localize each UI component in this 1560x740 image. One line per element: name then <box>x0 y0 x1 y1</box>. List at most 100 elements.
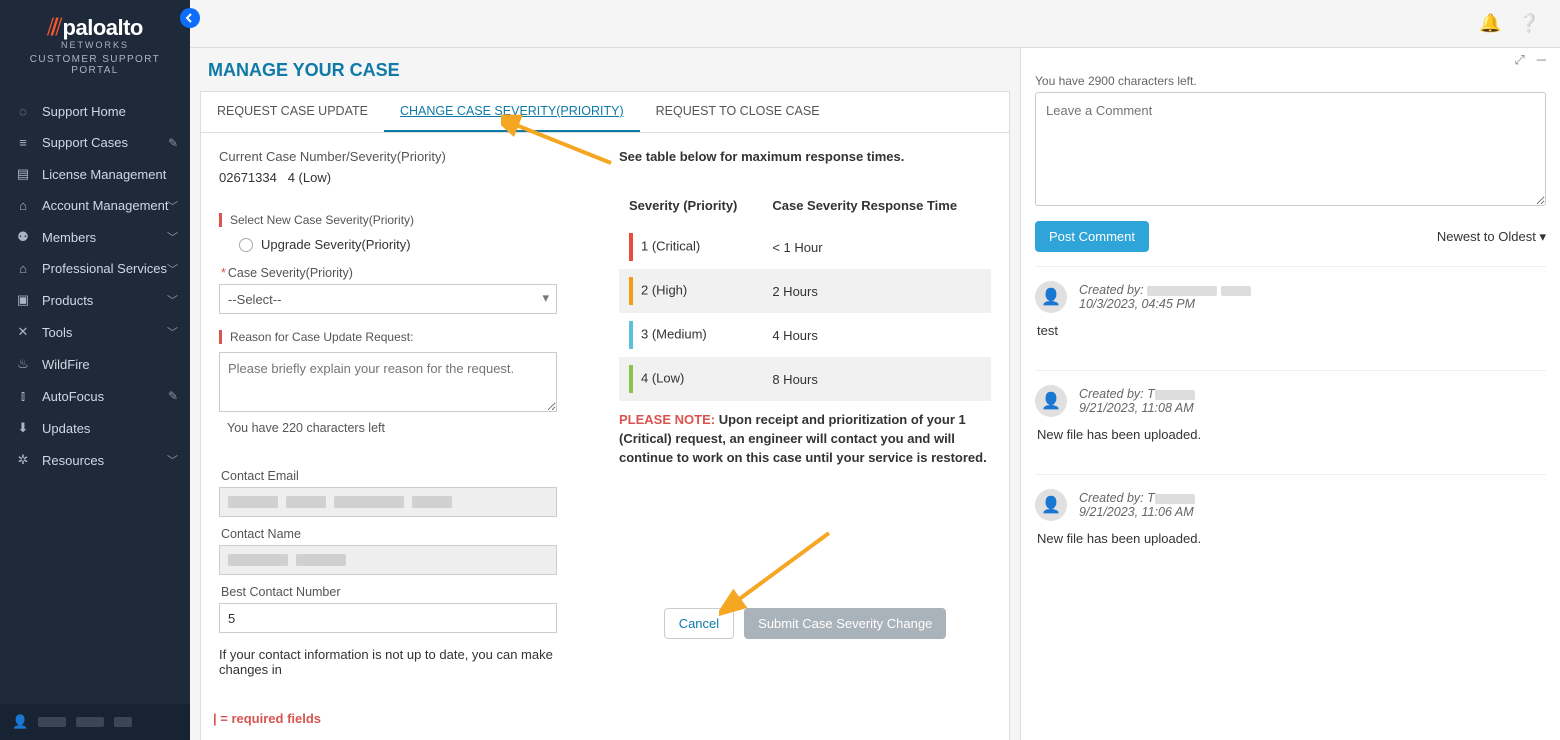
footer-text-redacted <box>114 717 132 727</box>
sidebar-item-label: Members <box>42 230 96 245</box>
form-column: Current Case Number/Severity(Priority) 0… <box>219 149 591 726</box>
portal-name: CUSTOMER SUPPORT PORTAL <box>16 54 174 76</box>
chevron-down-icon: ▾ <box>1539 229 1546 244</box>
severity-row-1: 1 (Critical)< 1 Hour <box>619 225 991 269</box>
avatar-icon: 👤 <box>1035 385 1067 417</box>
contact-info-note: If your contact information is not up to… <box>219 647 591 677</box>
contact-email-label: Contact Email <box>221 469 591 483</box>
expand-icon[interactable]: ⤢ <box>1514 52 1524 68</box>
comment-textarea[interactable] <box>1035 92 1546 206</box>
sidebar-item-license[interactable]: ▤ License Management <box>0 158 190 190</box>
sidebar-item-products[interactable]: ▣ Products ﹀ <box>0 284 190 316</box>
bell-icon[interactable]: 🔔 <box>1479 13 1501 34</box>
tab-change-severity[interactable]: CHANGE CASE SEVERITY(PRIORITY) <box>384 92 640 132</box>
speedometer-icon: ◌ <box>14 104 32 119</box>
brand-sub: NETWORKS <box>16 40 174 50</box>
response-intro: See table below for maximum response tim… <box>619 149 991 164</box>
tab-close-case[interactable]: REQUEST TO CLOSE CASE <box>640 92 836 132</box>
tab-request-update[interactable]: REQUEST CASE UPDATE <box>201 92 384 132</box>
chevron-down-icon: ﹀ <box>167 324 178 340</box>
contact-name-field[interactable] <box>219 545 557 575</box>
upgrade-severity-radio[interactable]: Upgrade Severity(Priority) <box>239 237 591 252</box>
chevron-down-icon: ﹀ <box>167 229 178 245</box>
th-severity: Severity (Priority) <box>619 190 762 225</box>
comment-meta: Created by: T 9/21/2023, 11:08 AM <box>1079 387 1195 415</box>
comment-sort-dropdown[interactable]: Newest to Oldest ▾ <box>1437 229 1546 245</box>
sidebar-item-label: Support Cases <box>42 135 128 150</box>
cancel-button[interactable]: Cancel <box>664 608 734 639</box>
sidebar: ⫽⫽ paloalto NETWORKS CUSTOMER SUPPORT PO… <box>0 0 190 740</box>
select-new-severity-group: Select New Case Severity(Priority) <box>219 213 591 227</box>
annotation-arrow <box>719 528 839 618</box>
best-number-field[interactable] <box>219 603 557 633</box>
footer-text-redacted <box>38 717 66 727</box>
brand-logo: ⫽⫽ paloalto NETWORKS CUSTOMER SUPPORT PO… <box>0 0 190 86</box>
sidebar-item-account[interactable]: ⌂Account Management﹀ <box>0 190 190 221</box>
comment-item: 👤 Created by: T 9/21/2023, 11:08 AM New … <box>1035 370 1546 460</box>
post-comment-button[interactable]: Post Comment <box>1035 221 1149 252</box>
contact-email-field[interactable] <box>219 487 557 517</box>
case-card: REQUEST CASE UPDATE CHANGE CASE SEVERITY… <box>200 91 1010 740</box>
radio-label: Upgrade Severity(Priority) <box>261 237 411 252</box>
avatar-icon: 👤 <box>1035 281 1067 313</box>
sidebar-nav: ◌Support Home ≡Support Cases✎ ▤License M… <box>0 96 190 476</box>
comment-item: 👤 Created by: T 9/21/2023, 11:06 AM New … <box>1035 474 1546 564</box>
reason-char-count: You have 220 characters left <box>227 421 591 435</box>
submit-severity-button[interactable]: Submit Case Severity Change <box>744 608 946 639</box>
sidebar-item-label: Updates <box>42 421 90 436</box>
comment-body: New file has been uploaded. <box>1037 531 1546 546</box>
comment-char-left: You have 2900 characters left. <box>1035 74 1546 88</box>
radio-icon <box>239 238 253 252</box>
comments-panel: ⤢ ─ You have 2900 characters left. Post … <box>1020 48 1560 740</box>
chevron-down-icon: ﹀ <box>167 292 178 308</box>
comment-item: 👤 Created by: 10/3/2023, 04:45 PM test <box>1035 266 1546 356</box>
briefcase-icon: ⌂ <box>14 261 32 276</box>
sidebar-item-autofocus[interactable]: ⫾AutoFocus✎ <box>0 380 190 412</box>
case-tabs: REQUEST CASE UPDATE CHANGE CASE SEVERITY… <box>201 92 1009 133</box>
logo-mark-icon: ⫽⫽ <box>47 14 56 42</box>
briefcase-icon: ⌂ <box>14 198 32 213</box>
sidebar-item-updates[interactable]: ⬇ Updates <box>0 412 190 444</box>
sidebar-item-support-home[interactable]: ◌Support Home <box>0 96 190 127</box>
help-icon[interactable]: ❔ <box>1518 13 1540 34</box>
wrench-icon: ✕ <box>14 324 32 340</box>
sidebar-item-support-cases[interactable]: ≡Support Cases✎ <box>0 127 190 158</box>
list-icon: ≡ <box>14 135 32 150</box>
action-buttons: Cancel Submit Case Severity Change <box>619 608 991 639</box>
sidebar-item-members[interactable]: ⚉Members﹀ <box>0 221 190 253</box>
severity-table: Severity (Priority)Case Severity Respons… <box>619 190 991 401</box>
chart-icon: ⫾ <box>14 388 32 404</box>
sidebar-item-label: License Management <box>42 167 166 182</box>
sidebar-item-label: Products <box>42 293 93 308</box>
contact-name-label: Contact Name <box>221 527 591 541</box>
reason-label: Reason for Case Update Request: <box>219 330 591 344</box>
fire-icon: ♨ <box>14 356 32 372</box>
comment-meta: Created by: T 9/21/2023, 11:06 AM <box>1079 491 1195 519</box>
sidebar-item-prof-services[interactable]: ⌂Professional Services﹀ <box>0 253 190 284</box>
case-severity-select[interactable]: --Select-- <box>219 284 557 314</box>
comment-meta: Created by: 10/3/2023, 04:45 PM <box>1079 283 1251 311</box>
sidebar-item-resources[interactable]: ✲Resources﹀ <box>0 444 190 476</box>
comment-body: test <box>1037 323 1546 338</box>
topbar: 🔔 ❔ <box>190 0 1560 48</box>
sidebar-item-label: Tools <box>42 325 72 340</box>
sidebar-item-wildfire[interactable]: ♨WildFire <box>0 348 190 380</box>
current-case-value: 02671334 4 (Low) <box>219 170 591 185</box>
sidebar-item-label: AutoFocus <box>42 389 104 404</box>
sidebar-collapse-button[interactable] <box>180 8 200 28</box>
folder-icon: ▤ <box>14 166 32 182</box>
please-note: PLEASE NOTE: Upon receipt and prioritiza… <box>619 411 991 468</box>
response-column: See table below for maximum response tim… <box>619 149 991 726</box>
collapse-icon[interactable]: ─ <box>1537 52 1546 68</box>
sidebar-item-tools[interactable]: ✕ Tools ﹀ <box>0 316 190 348</box>
brand-name: paloalto <box>63 15 143 41</box>
box-icon: ▣ <box>14 292 32 308</box>
page-title: MANAGE YOUR CASE <box>190 56 1020 91</box>
case-severity-label: *Case Severity(Priority) <box>221 266 591 280</box>
reason-textarea[interactable] <box>219 352 557 412</box>
download-icon: ⬇ <box>14 420 32 436</box>
footer-text-redacted <box>76 717 104 727</box>
current-case-label: Current Case Number/Severity(Priority) <box>219 149 591 164</box>
chevron-down-icon: ﹀ <box>167 198 178 214</box>
user-icon: 👤 <box>12 714 28 730</box>
